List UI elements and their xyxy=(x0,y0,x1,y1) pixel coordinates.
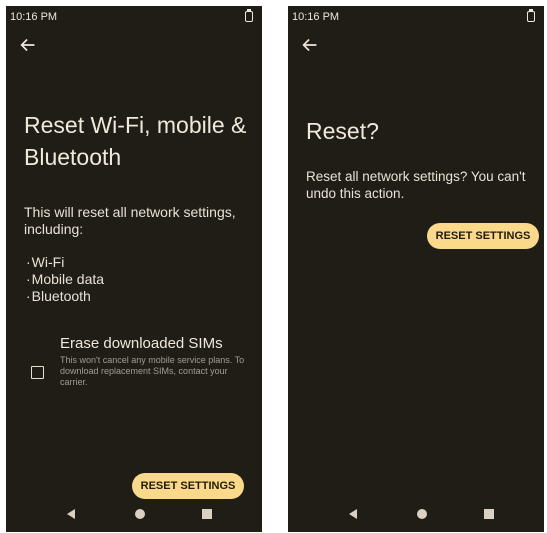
reset-options-screen: 10:16 PM Reset Wi-Fi, mobile & Bluetooth… xyxy=(6,6,262,532)
list-item: Wi-Fi xyxy=(26,254,104,271)
battery-icon xyxy=(245,9,253,22)
back-arrow-icon[interactable] xyxy=(17,34,39,56)
page-title: Reset Wi-Fi, mobile & Bluetooth xyxy=(24,112,247,170)
status-time: 10:16 PM xyxy=(292,11,340,23)
reset-settings-button[interactable]: RESET SETTINGS xyxy=(132,473,244,499)
nav-home-icon[interactable] xyxy=(417,509,427,519)
page-title: Reset? xyxy=(306,118,379,144)
confirm-message: Reset all network settings? You can't un… xyxy=(306,169,526,201)
list-item: Mobile data xyxy=(26,271,104,288)
nav-recents-icon[interactable] xyxy=(484,509,494,519)
erase-sims-option[interactable]: Erase downloaded SIMs This won't cancel … xyxy=(6,335,262,405)
nav-home-icon[interactable] xyxy=(135,509,145,519)
erase-sims-description: This won't cancel any mobile service pla… xyxy=(60,355,245,387)
navigation-bar xyxy=(288,500,544,532)
nav-back-icon[interactable] xyxy=(349,509,357,519)
status-bar: 10:16 PM xyxy=(6,6,262,28)
nav-recents-icon[interactable] xyxy=(202,509,212,519)
reset-description: This will reset all network settings, in… xyxy=(24,204,236,237)
reset-items-list: Wi-Fi Mobile data Bluetooth xyxy=(26,254,104,305)
back-arrow-icon[interactable] xyxy=(299,34,321,56)
battery-icon xyxy=(527,9,535,22)
erase-sims-checkbox[interactable] xyxy=(31,366,44,379)
erase-sims-label: Erase downloaded SIMs xyxy=(60,335,223,352)
reset-confirm-screen: 10:16 PM Reset? Reset all network settin… xyxy=(288,6,544,532)
nav-back-icon[interactable] xyxy=(67,509,75,519)
status-time: 10:16 PM xyxy=(10,11,58,23)
navigation-bar xyxy=(6,500,262,532)
list-item: Bluetooth xyxy=(26,288,104,305)
status-bar: 10:16 PM xyxy=(288,6,544,28)
reset-settings-button[interactable]: RESET SETTINGS xyxy=(427,223,539,249)
